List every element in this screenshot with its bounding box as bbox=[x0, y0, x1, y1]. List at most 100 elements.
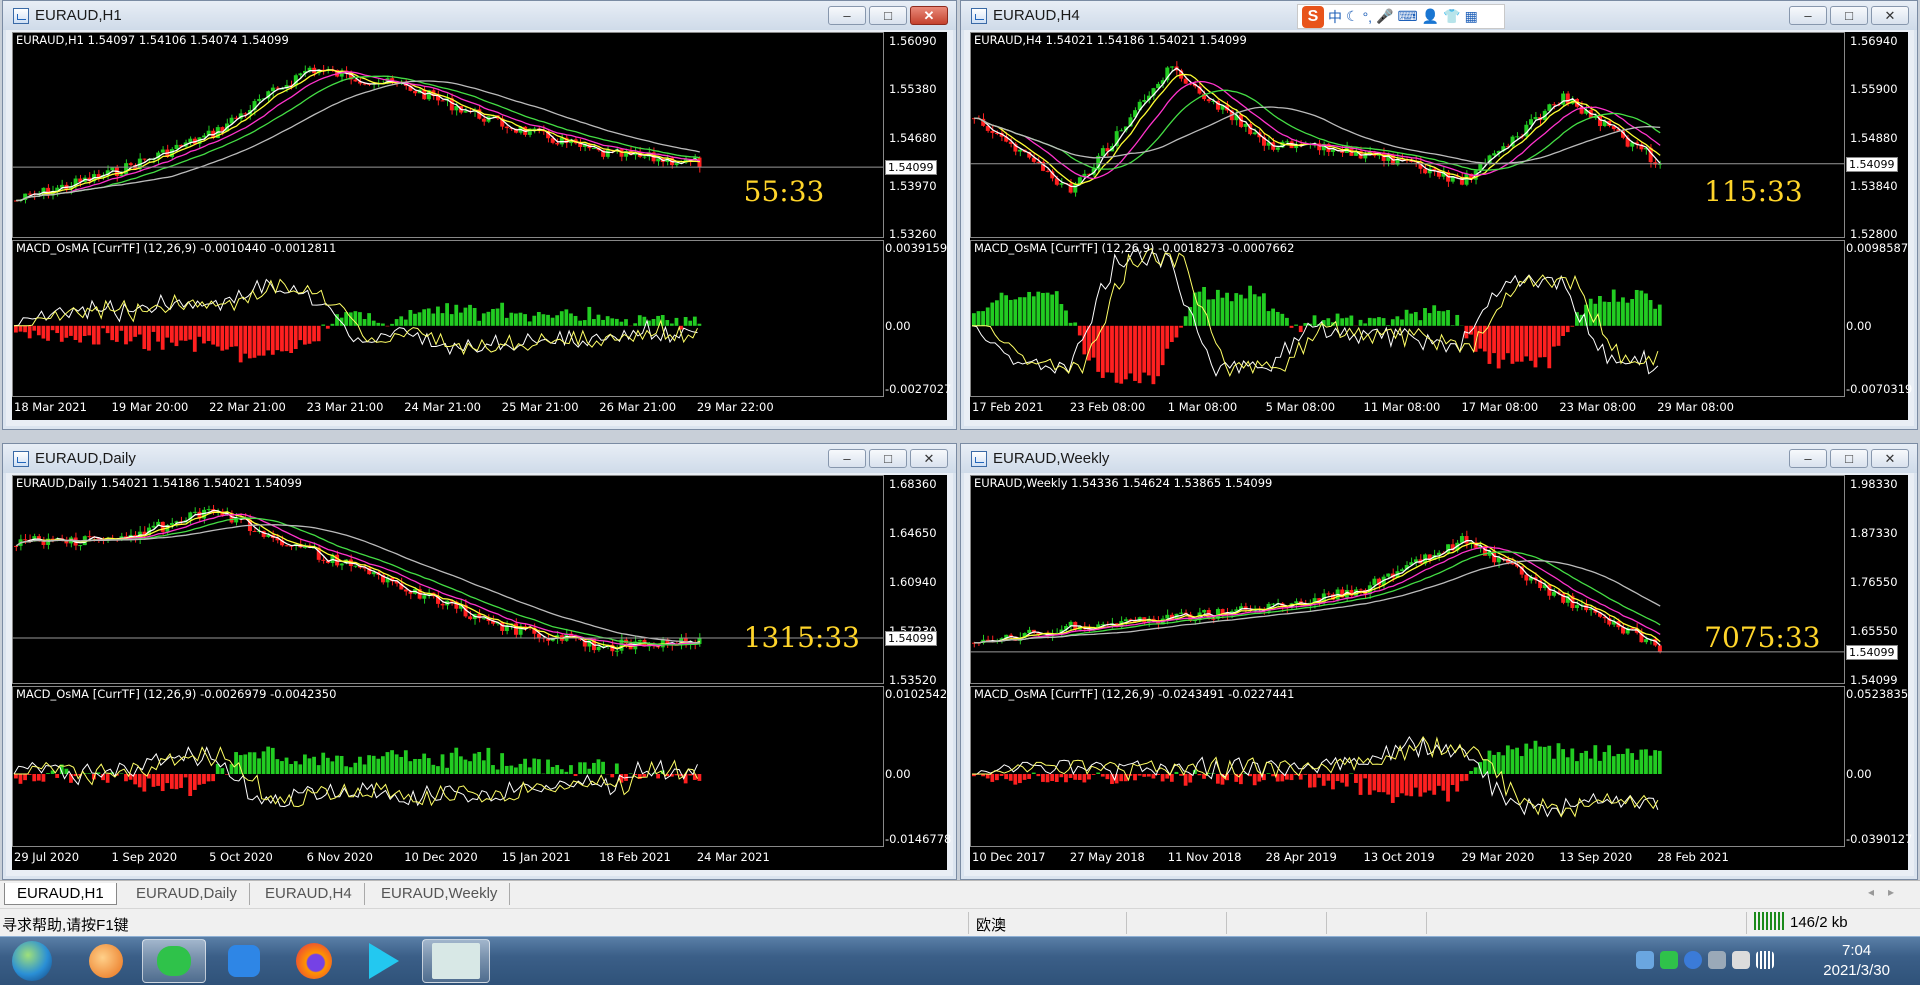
chart-tabs-bar: EURAUD,H1 EURAUD,Daily EURAUD,H4 EURAUD,… bbox=[0, 880, 1920, 908]
macd-histogram-bar bbox=[335, 755, 339, 774]
close-button[interactable]: ✕ bbox=[1871, 449, 1909, 468]
chart-area[interactable]: EURAUD,H1 1.54097 1.54106 1.54074 1.5409… bbox=[12, 32, 951, 420]
macd-histogram-bar bbox=[1123, 325, 1128, 380]
status-profile[interactable]: 欧澳 bbox=[976, 914, 1006, 935]
user-icon[interactable]: 👤 bbox=[1422, 8, 1439, 25]
chart-window-weekly[interactable]: EURAUD,Weekly – □ ✕ EURAUD,Weekly 1.5433… bbox=[960, 443, 1918, 880]
macd-histogram-bar bbox=[1533, 325, 1538, 368]
taskbar-app-editor[interactable] bbox=[212, 939, 276, 983]
macd-histogram-bar bbox=[202, 325, 206, 344]
microphone-icon[interactable]: 🎤 bbox=[1376, 8, 1393, 25]
chart-canvas[interactable] bbox=[970, 475, 1906, 868]
macd-histogram-bar bbox=[114, 325, 119, 342]
macd-indicator-label: MACD_OsMA [CurrTF] (12,26,9) -0.0026979 … bbox=[16, 687, 337, 701]
macd-histogram-bar bbox=[1183, 774, 1188, 786]
taskbar-app-trading[interactable] bbox=[422, 939, 490, 983]
tab-euraud-h4[interactable]: EURAUD,H4 bbox=[253, 883, 365, 905]
chart-window-h1[interactable]: EURAUD,H1 – □ ✕ EURAUD,H1 1.54097 1.5410… bbox=[2, 0, 957, 430]
window-titlebar[interactable]: EURAUD,H1 – □ ✕ bbox=[3, 1, 956, 30]
macd-histogram-bar bbox=[449, 752, 454, 774]
macd-histogram-bar bbox=[591, 319, 596, 326]
close-button[interactable]: ✕ bbox=[1871, 6, 1909, 25]
macd-histogram-bar bbox=[1657, 750, 1662, 774]
close-button[interactable]: ✕ bbox=[910, 6, 948, 25]
candle-body bbox=[128, 163, 133, 166]
macd-histogram-bar bbox=[160, 325, 165, 350]
maximize-button[interactable]: □ bbox=[869, 6, 907, 25]
chart-canvas[interactable] bbox=[12, 32, 945, 418]
tab-euraud-weekly[interactable]: EURAUD,Weekly bbox=[369, 883, 511, 905]
moon-icon[interactable]: ☾ bbox=[1346, 8, 1359, 25]
macd-histogram-bar bbox=[169, 774, 174, 789]
shirt-icon[interactable]: 👕 bbox=[1443, 8, 1460, 25]
macd-histogram-bar bbox=[504, 317, 509, 326]
tray-shield-icon[interactable] bbox=[1684, 951, 1702, 969]
status-separator bbox=[968, 912, 969, 934]
start-button[interactable] bbox=[2, 939, 62, 983]
maximize-button[interactable]: □ bbox=[1830, 449, 1868, 468]
ma-green-line bbox=[15, 517, 700, 646]
chart-area[interactable]: EURAUD,Daily 1.54021 1.54186 1.54021 1.5… bbox=[12, 475, 951, 870]
tab-scroll-arrows[interactable]: ◂▸ bbox=[1868, 885, 1908, 899]
price-axis-label: 1.54880 bbox=[1850, 130, 1898, 145]
minimize-button[interactable]: – bbox=[1789, 6, 1827, 25]
minimize-button[interactable]: – bbox=[828, 6, 866, 25]
macd-histogram-bar bbox=[1395, 774, 1400, 798]
system-clock[interactable]: 7:04 2021/3/30 bbox=[1823, 941, 1890, 981]
window-titlebar[interactable]: EURAUD,Weekly – □ ✕ bbox=[961, 444, 1917, 473]
chart-window-h4[interactable]: EURAUD,H4 – □ ✕ EURAUD,H4 1.54021 1.5418… bbox=[960, 0, 1918, 430]
taskbar-app-fish[interactable] bbox=[74, 939, 138, 983]
keyboard-icon[interactable]: ⌨ bbox=[1398, 8, 1418, 25]
macd-histogram-bar bbox=[491, 765, 495, 774]
grid-icon[interactable]: ▦ bbox=[1465, 8, 1478, 25]
macd-histogram-bar bbox=[1294, 324, 1299, 326]
minimize-button[interactable]: – bbox=[828, 449, 866, 468]
macd-histogram-bar bbox=[1335, 774, 1340, 782]
chart-canvas[interactable] bbox=[970, 32, 1906, 418]
tray-network-icon[interactable] bbox=[1636, 951, 1654, 969]
tray-wechat-icon[interactable] bbox=[1660, 951, 1678, 969]
macd-histogram-bar bbox=[431, 764, 436, 774]
chart-area[interactable]: EURAUD,H4 1.54021 1.54186 1.54021 1.5409… bbox=[970, 32, 1912, 420]
chart-window-daily[interactable]: EURAUD,Daily – □ ✕ EURAUD,Daily 1.54021 … bbox=[2, 443, 957, 880]
sogou-logo-icon[interactable]: S bbox=[1302, 5, 1324, 28]
window-titlebar[interactable]: EURAUD,Daily – □ ✕ bbox=[3, 444, 956, 473]
maximize-button[interactable]: □ bbox=[1830, 6, 1868, 25]
mdi-area: EURAUD,H1 – □ ✕ EURAUD,H1 1.54097 1.5410… bbox=[0, 0, 1920, 880]
tray-signal-icon[interactable] bbox=[1756, 951, 1774, 969]
ime-language-indicator[interactable]: 中 bbox=[1328, 7, 1342, 27]
maximize-button[interactable]: □ bbox=[869, 449, 907, 468]
macd-histogram-bar bbox=[1611, 289, 1616, 326]
close-button[interactable]: ✕ bbox=[910, 449, 948, 468]
macd-histogram-bar bbox=[302, 325, 307, 345]
macd-histogram-bar bbox=[573, 315, 578, 326]
taskbar-app-wechat[interactable] bbox=[142, 939, 206, 983]
ma-gray-line bbox=[974, 106, 1661, 165]
taskbar-app-firefox[interactable] bbox=[282, 939, 346, 983]
taskbar-app-player[interactable] bbox=[352, 939, 416, 983]
macd-histogram-bar bbox=[445, 303, 449, 326]
macd-histogram-bar bbox=[1413, 312, 1418, 326]
tab-euraud-daily[interactable]: EURAUD,Daily bbox=[124, 883, 250, 905]
macd-histogram-bar bbox=[1091, 774, 1096, 775]
ma-magenta-line bbox=[16, 71, 700, 202]
window-title: EURAUD,H4 bbox=[993, 7, 1080, 24]
punctuation-icon[interactable]: °, bbox=[1363, 9, 1373, 25]
macd-histogram-bar bbox=[1607, 301, 1612, 326]
macd-histogram-bar bbox=[119, 773, 124, 774]
candle-body bbox=[1644, 639, 1649, 643]
chart-canvas[interactable] bbox=[12, 475, 945, 868]
macd-histogram-bar bbox=[1653, 308, 1658, 326]
macd-histogram-bar bbox=[238, 325, 243, 363]
tab-euraud-h1[interactable]: EURAUD,H1 bbox=[4, 883, 117, 905]
macd-histogram-bar bbox=[1275, 311, 1280, 326]
macd-histogram-bar bbox=[1252, 294, 1257, 326]
time-axis-label: 18 Mar 2021 bbox=[14, 400, 87, 414]
chart-area[interactable]: EURAUD,Weekly 1.54336 1.54624 1.53865 1.… bbox=[970, 475, 1912, 870]
minimize-button[interactable]: – bbox=[1789, 449, 1827, 468]
candle-body bbox=[500, 622, 505, 632]
time-axis-label: 29 Jul 2020 bbox=[14, 850, 80, 864]
tray-volume-icon[interactable] bbox=[1732, 951, 1750, 969]
ime-toolbar[interactable]: S 中 ☾ °, 🎤 ⌨ 👤 👕 ▦ bbox=[1297, 4, 1505, 29]
tray-usb-icon[interactable] bbox=[1708, 951, 1726, 969]
